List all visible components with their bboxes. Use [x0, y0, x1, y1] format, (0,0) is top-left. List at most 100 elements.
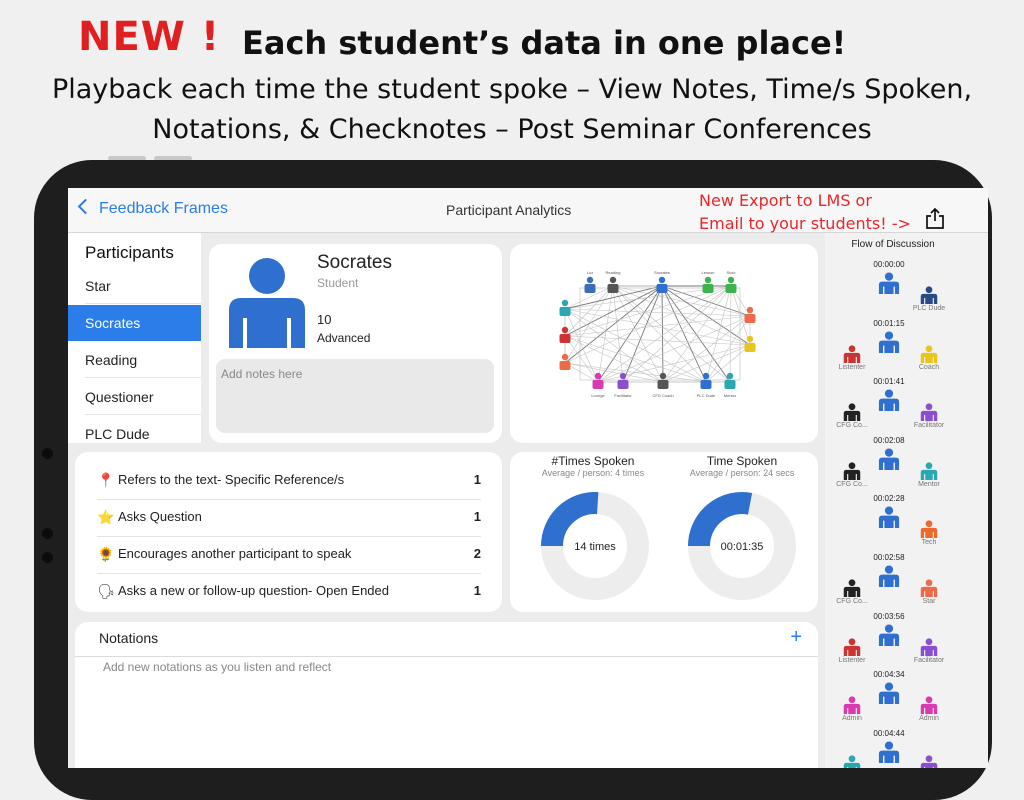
share-icon[interactable] [925, 208, 945, 230]
participant-node-icon: Reading [606, 270, 620, 293]
promo-subline-2: Notations, & Checknotes – Post Seminar C… [152, 114, 872, 145]
participant-level: Advanced [317, 331, 371, 345]
sidebar-item-star[interactable]: Star [68, 268, 201, 304]
flow-speaker-icon[interactable] [878, 624, 900, 651]
app-screen: Feedback Frames Participant Analytics Ne… [68, 188, 988, 768]
network-edge [622, 285, 732, 383]
notations-heading: Notations [99, 630, 159, 646]
speaking-stats-card: #Times Spoken Average / person: 4 times … [510, 452, 818, 612]
participant-node-icon [559, 326, 571, 343]
network-frame [579, 287, 741, 381]
flow-speaker-icon[interactable] [878, 389, 900, 416]
flow-participant-icon[interactable] [843, 755, 861, 768]
flow-speaker-icon[interactable] [878, 448, 900, 475]
flow-speaker-icon[interactable] [878, 565, 900, 592]
notations-card: Notations + Add new notations as you lis… [75, 622, 818, 768]
pin-icon: 📍 [97, 472, 115, 488]
checknotes-card: 📍 Refers to the text- Specific Reference… [75, 452, 502, 612]
sidebar-item-reading[interactable]: Reading [68, 342, 201, 378]
network-edge [597, 285, 663, 383]
flow-timestamp: 00:02:58 [873, 553, 905, 562]
flow-of-discussion-panel: Flow of Discussion 00:00:00 PLC Dude 00:01… [825, 233, 988, 768]
sidebar-item-plc-dude[interactable]: PLC Dude [68, 416, 201, 452]
flow-timestamp: 00:02:28 [873, 494, 905, 504]
participant-node-icon: Lesson [702, 270, 715, 293]
sidebar-item-socrates[interactable]: Socrates [68, 305, 201, 341]
participant-score: 10 [317, 312, 332, 327]
flow-participant-label: Listenter [838, 363, 866, 371]
participant-profile-card: Socrates Student 10 Advanced Add notes h… [209, 244, 502, 443]
participant-node-label: PLC Dude [697, 393, 716, 398]
network-edge [729, 285, 732, 383]
promo-headline: Each student’s data in one place! [242, 24, 847, 62]
participant-node-label: Lounge [591, 393, 605, 398]
flow-timestamp: 00:03:56 [873, 611, 905, 621]
device-side-button [42, 528, 53, 539]
flow-speaker-icon[interactable] [878, 506, 900, 533]
flow-timestamp: 00:01:15 [873, 318, 905, 328]
flow-speaker-icon[interactable] [878, 682, 900, 709]
participant-node-label: Lux [587, 270, 593, 275]
participant-node-label: Lesson [702, 270, 715, 275]
flow-timestamp: 00:04:44 [873, 728, 905, 738]
participant-node-icon [559, 299, 571, 316]
participant-node-icon: PLC Dude [697, 372, 716, 398]
flow-participant-icon[interactable] [920, 755, 938, 768]
participant-node-icon: Lux [584, 270, 596, 293]
flow-participant-label: PLC Dude [912, 305, 946, 312]
participant-node-label: Mentor [724, 393, 737, 398]
flow-participant-label: Listenter [838, 656, 866, 664]
navigation-bar: Feedback Frames Participant Analytics Ne… [68, 188, 988, 233]
participant-node-icon [559, 353, 571, 370]
participants-heading: Participants [85, 243, 174, 262]
back-button[interactable]: Feedback Frames [77, 198, 228, 218]
flow-timestamp: 00:00:00 [873, 260, 905, 269]
flow-participant-label: Coach [918, 363, 940, 371]
network-edge [564, 308, 599, 383]
flow-speaker-icon[interactable] [878, 272, 900, 299]
participant-notes-field[interactable]: Add notes here [216, 359, 494, 433]
time-spoken-arc [688, 492, 753, 547]
discussion-network-graph: Lux Reading Socrates Lesson Stoic Lounge Facil… [559, 270, 756, 398]
participant-role: Student [317, 276, 359, 290]
flow-participant-label: Star [922, 598, 936, 605]
back-label: Feedback Frames [99, 200, 228, 217]
sidebar-item-questioner[interactable]: Questioner [68, 379, 201, 415]
network-edge [597, 315, 751, 383]
network-edge [705, 285, 732, 383]
speaking-head-icon: 🗣 [97, 583, 115, 599]
star-icon: ⭐ [97, 509, 115, 525]
flow-participant-label: Mentor [918, 480, 940, 488]
flow-speaker-icon[interactable] [878, 331, 900, 358]
network-edge [705, 315, 751, 383]
flow-participant-label: Tech [921, 539, 937, 547]
export-callout: New Export to LMS or Email to your stude… [699, 191, 911, 233]
participant-node-icon: Stoic [725, 270, 737, 293]
notations-input[interactable]: Add new notations as you listen and refl… [103, 660, 331, 674]
network-edge [564, 308, 751, 346]
flow-participant-label: Admin [842, 715, 862, 723]
times-spoken-value: 14 times [574, 541, 616, 553]
flow-speaker-icon[interactable] [878, 741, 900, 768]
speaking-donuts: 14 times 00:01:35 [541, 492, 796, 600]
flow-participant-label: Facilitator [913, 656, 945, 664]
discussion-network-card: Lux Reading Socrates Lesson Stoic Lounge Facil… [510, 244, 818, 443]
participant-node-label: CFG Coach [652, 393, 673, 398]
flow-timestamp: 00:01:41 [873, 377, 905, 387]
flow-participant-label: CFG Co... [836, 422, 868, 430]
page-title: Participant Analytics [446, 202, 572, 218]
participants-sidebar: Participants Star Socrates Reading Quest… [68, 233, 201, 443]
checknote-row: 🗣 Asks a new or follow-up question- Open… [97, 583, 481, 599]
checknote-row: 📍 Refers to the text- Specific Reference… [97, 462, 481, 500]
participant-name: Socrates [317, 252, 392, 273]
checknote-row: ⭐ Asks Question 1 [97, 499, 481, 537]
participant-node-label: Facilitator [614, 393, 632, 398]
sunflower-icon: 🌻 [97, 546, 115, 562]
add-notation-button[interactable]: + [790, 626, 802, 649]
device-side-button [42, 552, 53, 563]
participant-node-label: Socrates [654, 270, 670, 275]
chevron-left-icon [77, 198, 94, 215]
participant-node-label: Stoic [727, 270, 736, 275]
student-avatar-icon [229, 258, 305, 348]
flow-participant-label: CFG Co... [836, 480, 868, 488]
